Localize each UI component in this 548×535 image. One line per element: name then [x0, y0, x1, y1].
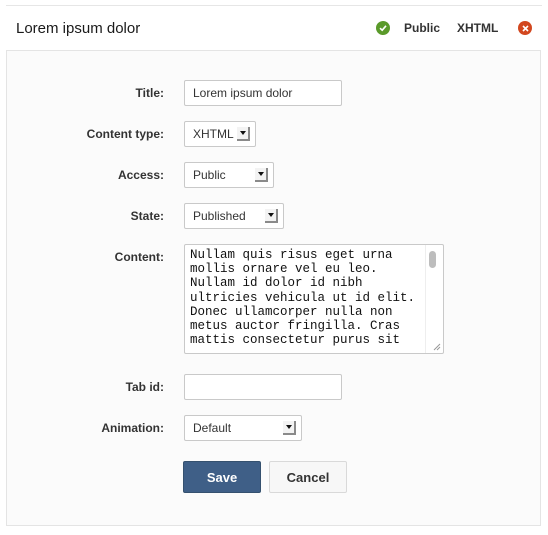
title-label: Title: [135, 86, 164, 100]
chevron-down-icon [283, 421, 296, 435]
content-type-label: Content type: [86, 127, 164, 141]
access-status-label: Public [404, 21, 441, 35]
title-input[interactable]: Lorem ipsum dolor [184, 80, 342, 106]
state-label: State: [130, 209, 164, 223]
content-textarea[interactable]: Nullam quis risus eget urna mollis ornar… [184, 244, 444, 354]
access-label: Access: [117, 168, 164, 182]
chevron-down-icon [237, 127, 250, 141]
save-button[interactable]: Save [183, 461, 261, 493]
chevron-down-icon [265, 209, 278, 223]
content-text: Nullam quis risus eget urna mollis ornar… [190, 248, 423, 348]
state-value: Published [193, 209, 246, 223]
tab-id-label: Tab id: [125, 380, 164, 394]
scrollbar-thumb[interactable] [429, 251, 436, 268]
resize-grip-icon[interactable] [431, 341, 441, 351]
tab-id-input[interactable] [184, 374, 342, 400]
animation-select[interactable]: Default [184, 415, 302, 441]
check-circle-icon [376, 21, 390, 35]
access-select[interactable]: Public [184, 162, 274, 188]
access-value: Public [193, 168, 226, 182]
content-type-value: XHTML [193, 127, 234, 141]
header-title: Lorem ipsum dolor [16, 20, 141, 37]
cancel-button[interactable]: Cancel [269, 461, 347, 493]
content-type-select[interactable]: XHTML [184, 121, 256, 147]
animation-label: Animation: [101, 421, 164, 435]
state-select[interactable]: Published [184, 203, 284, 229]
editor-header: Lorem ipsum dolor Public XHTML [0, 6, 548, 50]
chevron-down-icon [255, 168, 268, 182]
content-label: Content: [114, 250, 164, 264]
content-type-status-label: XHTML [457, 21, 499, 35]
animation-value: Default [193, 421, 232, 435]
close-icon[interactable] [518, 21, 532, 35]
